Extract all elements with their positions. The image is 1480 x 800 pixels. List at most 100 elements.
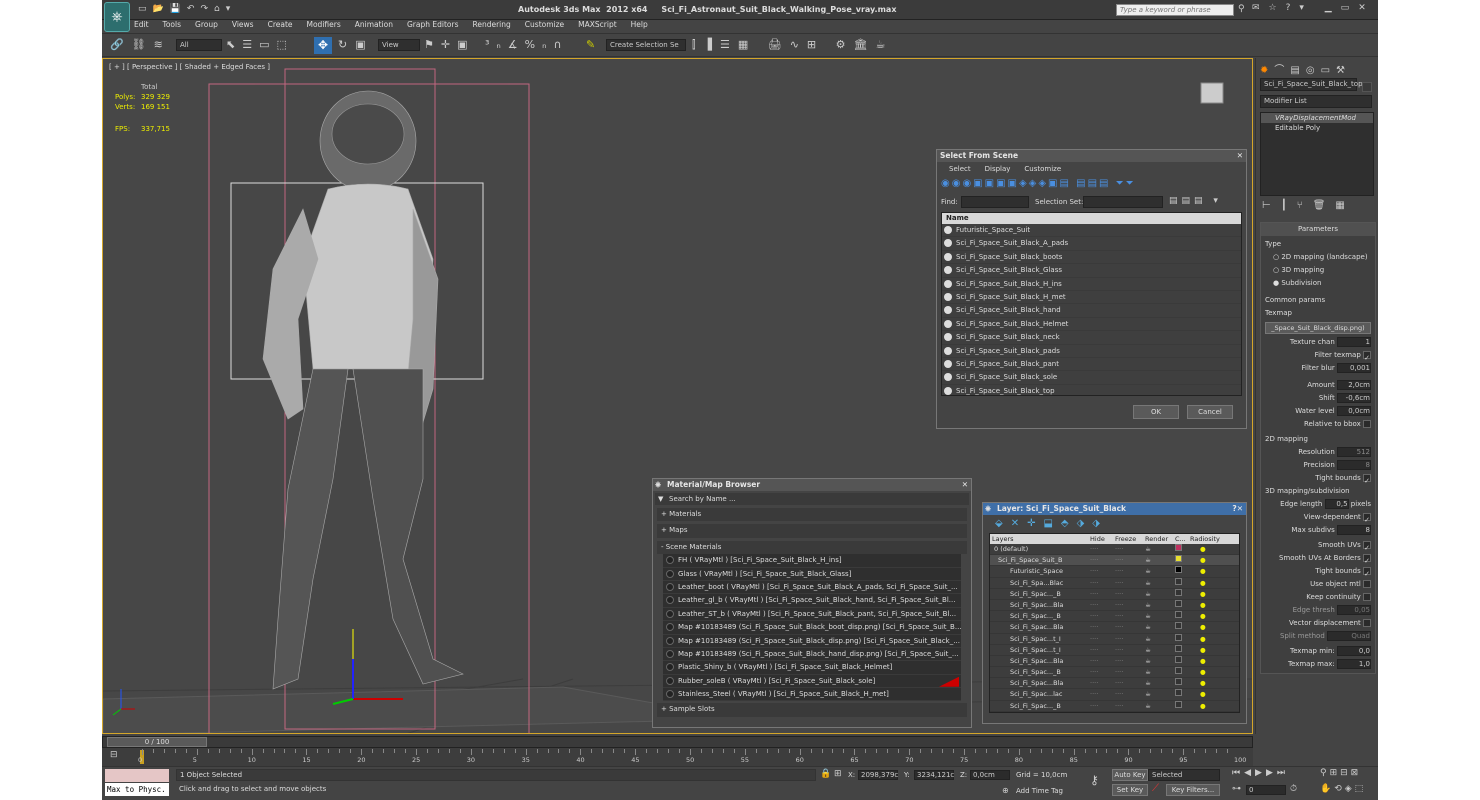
radiosity-icon[interactable]: ● [1190, 701, 1230, 711]
modifier-list-dropdown[interactable]: Modifier List [1260, 95, 1372, 108]
find-input[interactable] [961, 196, 1029, 208]
split-method-dropdown[interactable]: Quad [1327, 631, 1371, 641]
type-3d[interactable]: ○ 3D mapping [1265, 264, 1371, 277]
radiosity-icon[interactable]: ● [1190, 578, 1230, 588]
layer-row[interactable]: Sci_Fi_Space_Suit_B ···· ···· ☕ ● [990, 555, 1239, 567]
material-row[interactable]: Map #10183489 (Sci_Fi_Space_Suit_Black_b… [663, 621, 961, 635]
type-subdivision[interactable]: ● Subdivision [1265, 277, 1371, 290]
auto-key-button[interactable]: Auto Key [1112, 769, 1148, 781]
material-row[interactable]: Map #10183489 (Sci_Fi_Space_Suit_Black_h… [663, 648, 961, 662]
scene-object-row[interactable]: Sci_Fi_Space_Suit_Black_A_pads [942, 237, 1241, 251]
layer-row[interactable]: Sci_Fi_Spac...lac········☕● [990, 711, 1239, 713]
texmap-button[interactable]: _Space_Suit_Black_disp.png) [1265, 322, 1371, 334]
key-icon[interactable]: ⚷ [1090, 773, 1099, 787]
key-mode-dropdown[interactable]: Selected [1148, 769, 1220, 781]
material-row[interactable]: Map #10183489 (Sci_Fi_Space_Suit_Black_d… [663, 635, 961, 648]
shift-spinner[interactable]: -0,6cm [1337, 393, 1371, 403]
track-bar[interactable]: ⊟ 0 5 10 15 20 25 30 35 40 45 50 55 60 65 70 75 80 85 90 95… [102, 748, 1253, 766]
scene-object-row[interactable]: Sci_Fi_Space_Suit_Black_pads [942, 345, 1241, 358]
menu-views[interactable]: Views [232, 20, 254, 32]
selection-tools-icons[interactable]: ⬉☰▭⬚ [226, 38, 294, 51]
render-teapot-icon[interactable]: ☕ [1145, 611, 1175, 621]
edge-thresh-spinner[interactable]: 0,05 [1337, 605, 1371, 615]
radiosity-icon[interactable]: ● [1190, 712, 1230, 713]
freeze-toggle[interactable]: ···· [1115, 555, 1145, 565]
set-key-button[interactable]: Set Key [1112, 784, 1148, 796]
layer-color-swatch[interactable] [1175, 577, 1190, 588]
tab-display[interactable]: Display [985, 162, 1011, 176]
freeze-toggle[interactable]: ···· [1115, 689, 1145, 699]
layer-color-swatch[interactable] [1175, 544, 1190, 554]
freeze-toggle[interactable]: ···· [1115, 611, 1145, 621]
use-object-mtl-row[interactable]: Use object mtl [1265, 578, 1371, 591]
hide-toggle[interactable]: ···· [1090, 656, 1115, 666]
pivot-snap-icons[interactable]: ⚑✛▣ ³ₙ∡%ₙ∩ [424, 38, 569, 51]
tight-bounds-3d-checkbox[interactable]: ✓ [1363, 567, 1371, 578]
hide-toggle[interactable]: ···· [1090, 611, 1115, 621]
freeze-toggle[interactable]: ···· [1115, 701, 1145, 711]
tab-select[interactable]: Select [949, 162, 971, 176]
layer-row[interactable]: Sci_Fi_Spac...t_I ···· ···· ☕ ● [990, 633, 1239, 645]
menu-create[interactable]: Create [268, 20, 293, 32]
layer-color-swatch[interactable] [1175, 633, 1190, 644]
search-input[interactable] [1116, 4, 1234, 16]
col-freeze[interactable]: Freeze [1115, 534, 1145, 544]
col-render[interactable]: Render [1145, 534, 1175, 544]
scene-object-row[interactable]: Sci_Fi_Space_Suit_Black_H_ins [942, 278, 1241, 291]
layer-row[interactable]: Sci_Fi_Spac...Bla ···· ···· ☕ ● [990, 622, 1239, 634]
scene-object-row[interactable]: Sci_Fi_Space_Suit_Black_sole [942, 371, 1241, 385]
radiosity-icon[interactable]: ● [1190, 611, 1230, 621]
render-teapot-icon[interactable]: ☕ [1145, 689, 1175, 699]
amount-spinner[interactable]: 2,0cm [1337, 380, 1371, 390]
freeze-toggle[interactable]: ···· [1115, 667, 1145, 677]
smooth-uvs-borders-checkbox[interactable]: ✓ [1363, 554, 1371, 565]
tight-bounds-2d-row[interactable]: Tight bounds ✓ [1265, 472, 1371, 485]
time-slider[interactable]: 0 / 100 [102, 736, 1253, 748]
layer-row[interactable]: Futuristic_Space ···· ···· ☕ ● [990, 566, 1239, 578]
scene-object-row[interactable]: Sci_Fi_Space_Suit_Black_top [942, 385, 1241, 395]
key-mode-icon[interactable]: ⊶ [1232, 784, 1241, 794]
hide-toggle[interactable]: ···· [1090, 634, 1115, 644]
layer-row[interactable]: Sci_Fi_Spac..._B ···· ···· ☕ ● [990, 667, 1239, 679]
view-dependent-checkbox[interactable]: ✓ [1363, 513, 1371, 524]
layer-color-swatch[interactable] [1175, 644, 1190, 655]
hide-toggle[interactable]: ···· [1090, 544, 1115, 554]
layer-row[interactable]: Sci_Fi_Spa...Blac ···· ···· ☕ ● [990, 577, 1239, 589]
render-teapot-icon[interactable]: ☕ [1145, 667, 1175, 677]
render-teapot-icon[interactable]: ☕ [1145, 645, 1175, 655]
menu-maxscript[interactable]: MAXScript [578, 20, 617, 32]
freeze-toggle[interactable]: ···· [1115, 645, 1145, 655]
view-dependent-row[interactable]: View-dependent ✓ [1265, 511, 1371, 524]
render-tools-icons[interactable]: ⫿▐☰▦ 🖨∿⊞ ⚙🏛☕ [692, 38, 893, 52]
abs-mode-icon[interactable]: ⊞ [834, 769, 842, 779]
hide-toggle[interactable]: ···· [1090, 578, 1115, 588]
maxscript-listener[interactable]: Max to Physc. [105, 783, 169, 796]
z-coordinate-field[interactable]: 0,0cm [970, 770, 1010, 780]
freeze-toggle[interactable]: ···· [1115, 578, 1145, 588]
section-materials[interactable]: + Materials [657, 508, 967, 522]
key-filters-button[interactable]: Key Filters... [1166, 784, 1220, 796]
layer-color-swatch[interactable] [1175, 566, 1190, 576]
type-2d[interactable]: ○ 2D mapping (landscape) [1265, 251, 1371, 264]
filter-texmap-checkbox[interactable]: ✓ [1363, 351, 1371, 362]
material-row[interactable]: FH ( VRayMtl ) [Sci_Fi_Space_Suit_Black_… [663, 554, 961, 568]
freeze-toggle[interactable]: ···· [1115, 712, 1145, 713]
toolbar-link-icons[interactable]: 🔗⛓≋ [110, 38, 171, 51]
set-key-icon[interactable]: ⟋ [1152, 783, 1159, 794]
freeze-toggle[interactable]: ···· [1115, 634, 1145, 644]
radiosity-icon[interactable]: ● [1190, 689, 1230, 699]
render-teapot-icon[interactable]: ☕ [1145, 544, 1175, 554]
render-teapot-icon[interactable]: ☕ [1145, 600, 1175, 610]
hide-toggle[interactable]: ···· [1090, 689, 1115, 699]
vector-displacement-checkbox[interactable] [1363, 619, 1371, 627]
object-color-swatch[interactable] [1362, 82, 1372, 92]
menu-tools[interactable]: Tools [163, 20, 181, 32]
water-level-spinner[interactable]: 0,0cm [1337, 406, 1371, 416]
render-teapot-icon[interactable]: ☕ [1145, 656, 1175, 666]
named-selection-dropdown[interactable]: Create Selection Se [606, 39, 686, 51]
hide-toggle[interactable]: ···· [1090, 645, 1115, 655]
menu-graph-editors[interactable]: Graph Editors [407, 20, 459, 32]
texmap-min-spinner[interactable]: 0,0 [1337, 646, 1371, 656]
radiosity-icon[interactable]: ● [1190, 667, 1230, 677]
app-logo-icon[interactable]: ⎈ [104, 2, 130, 32]
